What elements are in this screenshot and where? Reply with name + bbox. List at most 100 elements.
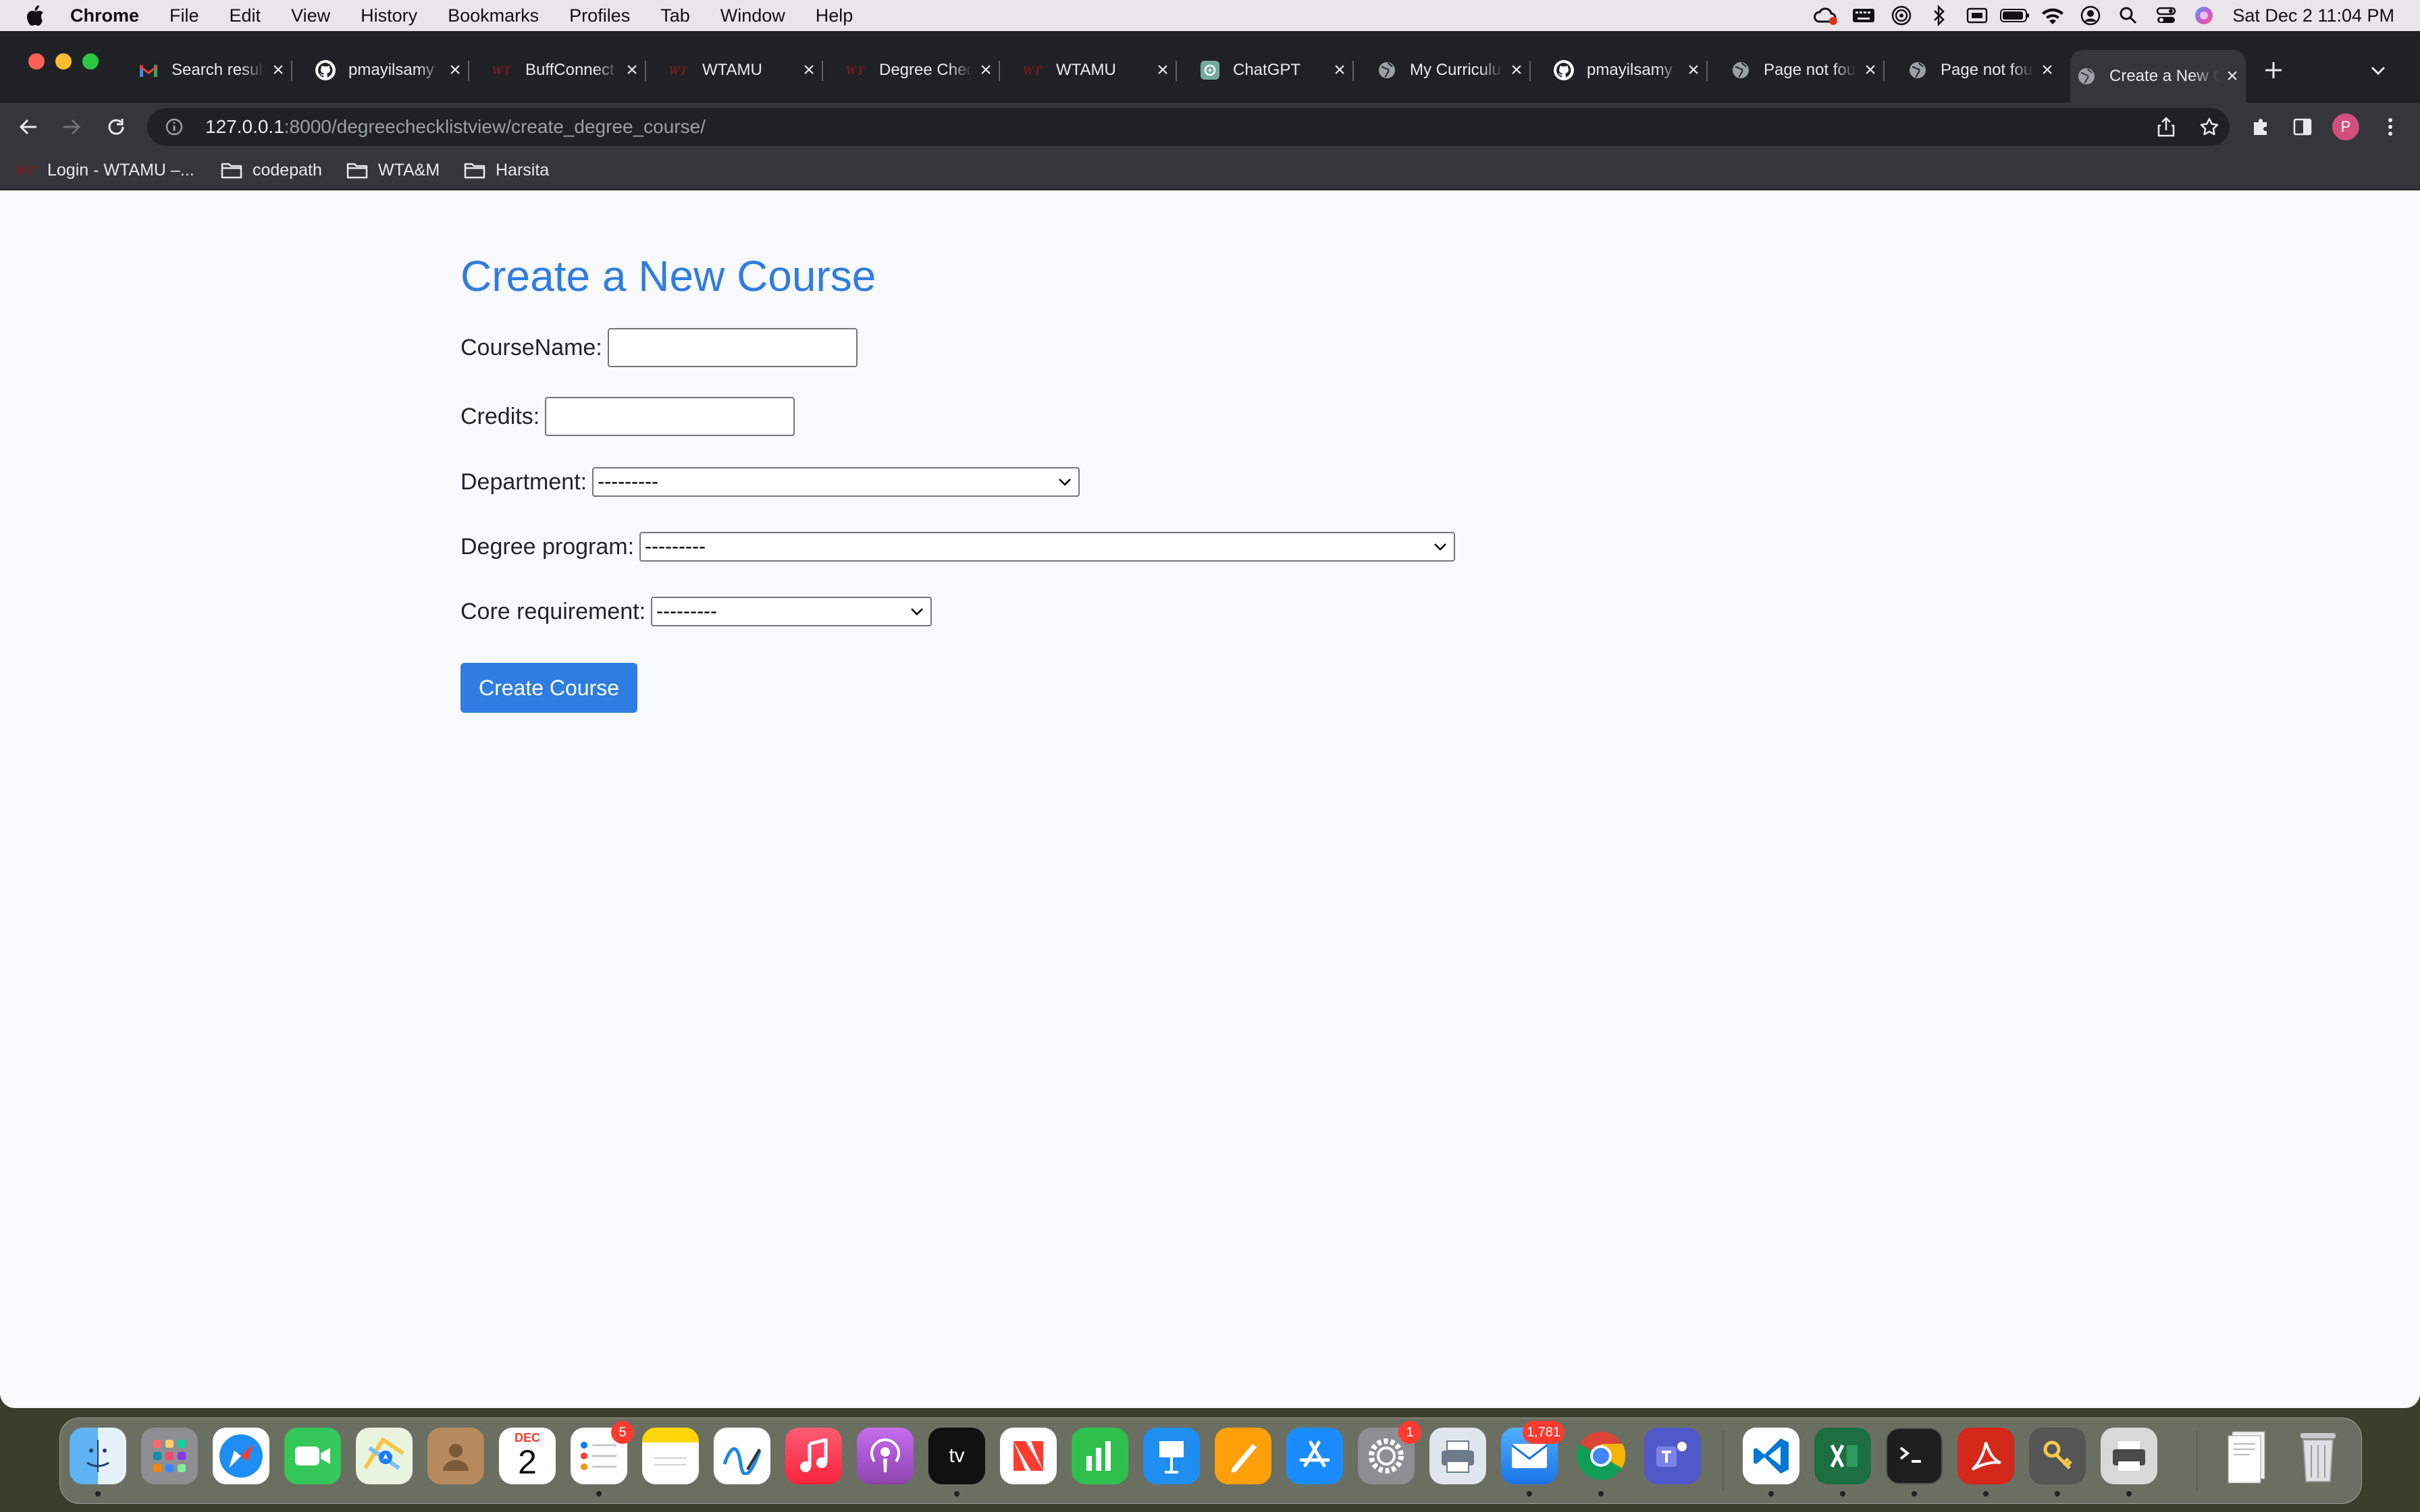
tab-close-icon[interactable]: × bbox=[2034, 57, 2061, 84]
keynote-icon[interactable] bbox=[1143, 1428, 1200, 1484]
terminal-icon[interactable] bbox=[1886, 1428, 1943, 1484]
bluetooth-icon[interactable] bbox=[1920, 5, 1958, 26]
credits-input[interactable] bbox=[545, 397, 795, 436]
display-icon[interactable] bbox=[1958, 7, 1996, 24]
menu-window[interactable]: Window bbox=[720, 5, 785, 26]
share-icon[interactable] bbox=[2153, 113, 2180, 140]
vscode-icon[interactable] bbox=[1743, 1428, 1799, 1484]
tab-close-icon[interactable]: × bbox=[1680, 57, 1707, 84]
minimize-window-button[interactable] bbox=[55, 53, 72, 70]
system-settings-icon[interactable]: 1 bbox=[1358, 1421, 1421, 1484]
tab-gmail[interactable]: Search results - pmayilsamy@buffs.wtamu.… bbox=[132, 50, 292, 90]
menu-bookmarks[interactable]: Bookmarks bbox=[448, 5, 539, 26]
printer-utility-icon[interactable] bbox=[1429, 1428, 1486, 1484]
tab-close-icon[interactable]: × bbox=[972, 57, 999, 84]
site-info-icon[interactable] bbox=[161, 113, 188, 140]
tab-close-icon[interactable]: × bbox=[1857, 57, 1884, 84]
spotlight-search-icon[interactable] bbox=[2109, 6, 2147, 25]
department-select[interactable]: --------- bbox=[592, 467, 1080, 497]
menu-chrome[interactable]: Chrome bbox=[70, 5, 139, 26]
tab-github-1[interactable]: pmayilsamy × bbox=[309, 50, 469, 90]
google-chrome-icon[interactable] bbox=[1573, 1428, 1629, 1484]
battery-icon[interactable] bbox=[1996, 7, 2034, 24]
tab-close-icon[interactable]: × bbox=[265, 57, 292, 84]
bookmark-login-wtamu[interactable]: WT Login - WTAMU –... bbox=[15, 151, 194, 189]
bookmark-star-icon[interactable] bbox=[2196, 113, 2223, 140]
apple-menu-icon[interactable] bbox=[0, 5, 70, 26]
safari-icon[interactable] bbox=[213, 1428, 269, 1484]
numbers-icon[interactable] bbox=[1072, 1428, 1128, 1484]
menu-profiles[interactable]: Profiles bbox=[569, 5, 630, 26]
keychain-access-icon[interactable] bbox=[2029, 1428, 2086, 1484]
app-store-icon[interactable] bbox=[1286, 1428, 1343, 1484]
menubar-clock[interactable]: Sat Dec 2 11:04 PM bbox=[2232, 5, 2394, 26]
core-requirement-select[interactable]: --------- bbox=[651, 597, 932, 626]
tab-wtamu-1[interactable]: WT WTAMU × bbox=[663, 50, 823, 90]
create-course-button[interactable]: Create Course bbox=[461, 663, 637, 713]
trash-icon[interactable] bbox=[2290, 1428, 2346, 1484]
tab-page-not-found-2[interactable]: Page not found × bbox=[1901, 50, 2061, 90]
mail-icon[interactable]: 1,781 bbox=[1501, 1421, 1564, 1484]
degree-program-select[interactable]: --------- bbox=[639, 532, 1456, 562]
siri-icon[interactable] bbox=[2185, 5, 2223, 26]
pages-icon[interactable] bbox=[1215, 1428, 1271, 1484]
calendar-icon[interactable]: DEC 2 bbox=[499, 1428, 556, 1484]
bookmark-folder-harsita[interactable]: Harsita bbox=[463, 151, 549, 189]
downloads-stack-icon[interactable] bbox=[2218, 1428, 2275, 1484]
freeform-icon[interactable] bbox=[714, 1428, 770, 1484]
acrobat-icon[interactable] bbox=[1957, 1428, 2014, 1484]
tab-close-icon[interactable]: × bbox=[619, 57, 646, 84]
facetime-icon[interactable] bbox=[284, 1428, 341, 1484]
tab-close-icon[interactable]: × bbox=[1326, 57, 1353, 84]
menu-history[interactable]: History bbox=[361, 5, 417, 26]
tab-close-icon[interactable]: × bbox=[1149, 57, 1176, 84]
menu-help[interactable]: Help bbox=[816, 5, 853, 26]
bookmark-folder-wtam[interactable]: WTA&M bbox=[346, 151, 440, 189]
creative-cloud-icon[interactable] bbox=[1807, 5, 1845, 26]
maps-icon[interactable] bbox=[356, 1428, 413, 1484]
menu-tab[interactable]: Tab bbox=[660, 5, 690, 26]
tab-close-icon[interactable]: × bbox=[795, 57, 822, 84]
reload-button[interactable] bbox=[101, 112, 131, 142]
tab-github-2[interactable]: pmayilsamy × bbox=[1548, 50, 1708, 90]
course-name-input[interactable] bbox=[607, 328, 858, 367]
tab-page-not-found-1[interactable]: Page not found × bbox=[1725, 50, 1885, 90]
tab-chatgpt[interactable]: ChatGPT × bbox=[1194, 50, 1354, 90]
news-icon[interactable] bbox=[1000, 1428, 1057, 1484]
menu-file[interactable]: File bbox=[169, 5, 199, 26]
tab-create-course-active[interactable]: Create a New Course × bbox=[2070, 50, 2246, 103]
tab-search-button[interactable] bbox=[2365, 57, 2392, 84]
menu-edit[interactable]: Edit bbox=[230, 5, 261, 26]
extensions-icon[interactable] bbox=[2246, 112, 2276, 142]
tab-close-icon[interactable]: × bbox=[1503, 57, 1530, 84]
forward-button[interactable] bbox=[57, 112, 86, 142]
notes-icon[interactable] bbox=[642, 1428, 699, 1484]
zoom-window-button[interactable] bbox=[82, 53, 99, 70]
control-center-icon[interactable] bbox=[2147, 7, 2185, 24]
tab-close-icon[interactable]: × bbox=[2219, 63, 2246, 90]
airdrop-icon[interactable] bbox=[1883, 5, 1920, 26]
tab-my-curriculum[interactable]: My Curriculum × bbox=[1371, 50, 1531, 90]
keyboard-icon[interactable] bbox=[1845, 7, 1883, 24]
side-panel-icon[interactable] bbox=[2288, 112, 2317, 142]
back-button[interactable] bbox=[14, 112, 43, 142]
teams-icon[interactable] bbox=[1644, 1428, 1701, 1484]
launchpad-icon[interactable] bbox=[141, 1428, 198, 1484]
menu-view[interactable]: View bbox=[291, 5, 330, 26]
print-queue-icon[interactable] bbox=[2101, 1428, 2157, 1484]
apple-tv-icon[interactable]: tv bbox=[928, 1428, 985, 1484]
tab-buffconnect[interactable]: WT BuffConnect × bbox=[486, 50, 646, 90]
bookmark-folder-codepath[interactable]: codepath bbox=[220, 151, 322, 189]
chrome-menu-icon[interactable] bbox=[2375, 112, 2405, 142]
excel-icon[interactable] bbox=[1814, 1428, 1871, 1484]
wifi-icon[interactable] bbox=[2034, 6, 2072, 25]
tab-degree-checklist[interactable]: WT Degree Checklist × bbox=[840, 50, 1000, 90]
user-account-icon[interactable] bbox=[2072, 5, 2109, 26]
contacts-icon[interactable] bbox=[427, 1428, 484, 1484]
reminders-icon[interactable]: 5 bbox=[571, 1421, 634, 1484]
profile-avatar[interactable]: P bbox=[2332, 113, 2359, 140]
tab-wtamu-2[interactable]: WT WTAMU × bbox=[1017, 50, 1177, 90]
music-icon[interactable] bbox=[785, 1428, 842, 1484]
finder-icon[interactable] bbox=[70, 1428, 126, 1484]
tab-close-icon[interactable]: × bbox=[442, 57, 469, 84]
